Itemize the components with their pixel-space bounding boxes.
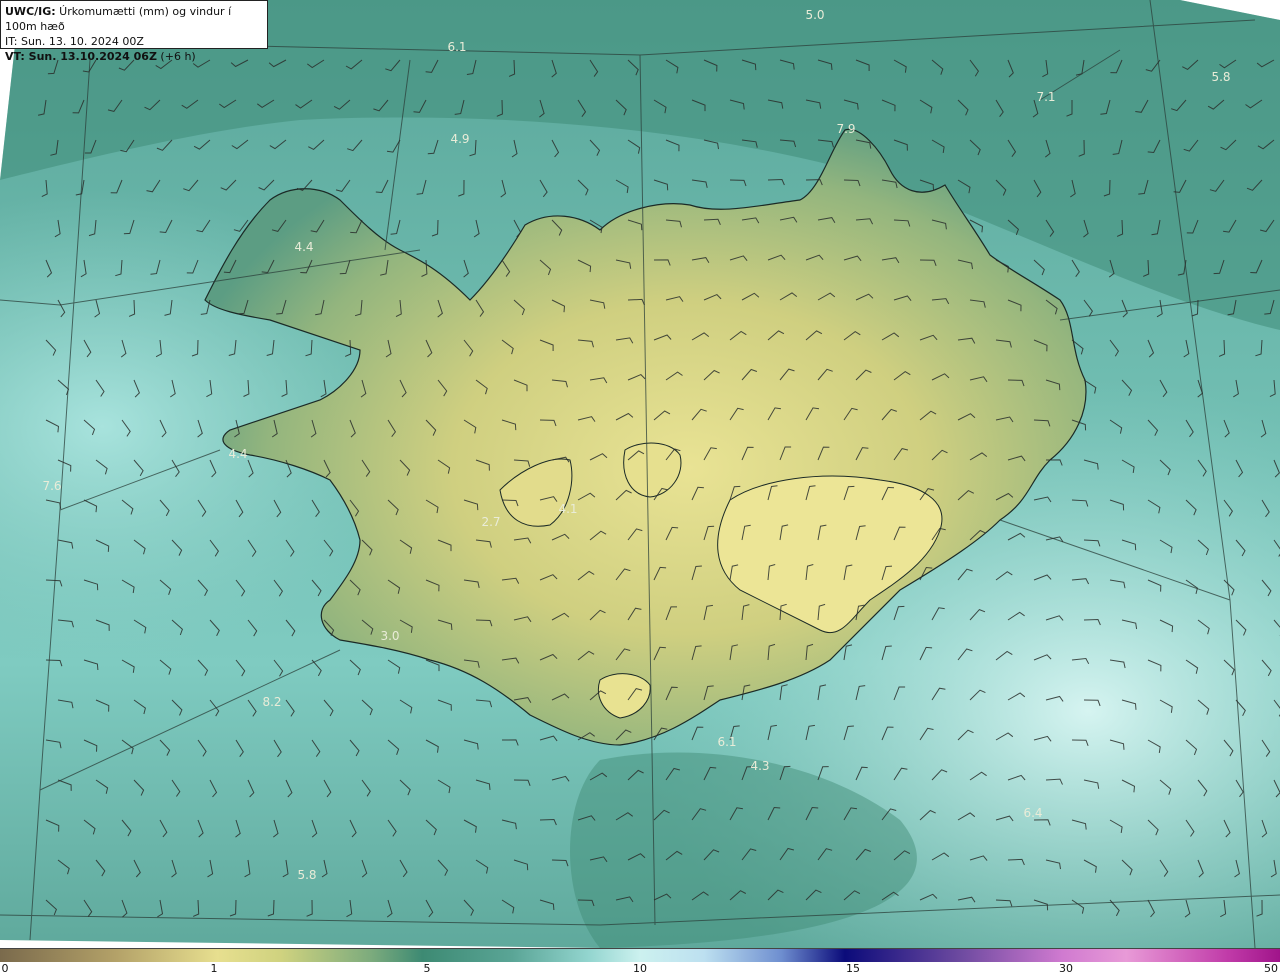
map-info-box: UWC/IG: Úrkomumætti (mm) og vindur í 100…	[0, 0, 268, 63]
value-label: 6.1	[717, 735, 737, 749]
value-label: 5.0	[805, 8, 825, 22]
value-label: 4.4	[228, 447, 248, 461]
colorbar-tick: 1	[210, 962, 218, 975]
value-label: 8.2	[262, 695, 282, 709]
value-label: 5.8	[297, 868, 317, 882]
model-name: UWC/IG:	[5, 5, 56, 18]
value-label: 5.8	[1211, 70, 1231, 84]
colorbar-tick: 0	[1, 962, 9, 975]
value-label: 4.9	[450, 132, 470, 146]
colorbar-tick: 15	[846, 962, 860, 975]
value-label: 2.7	[481, 515, 501, 529]
value-label: 7.1	[1036, 90, 1056, 104]
colorbar-tick: 5	[423, 962, 431, 975]
colorbar-tick: 50	[1264, 962, 1278, 975]
precipitation-colorbar	[0, 948, 1280, 962]
value-label: 4.1	[558, 502, 578, 516]
value-label: 7.6	[42, 479, 62, 493]
valid-time: VT: Sun. 13.10.2024 06Z	[5, 50, 157, 63]
value-label: 3.0	[380, 629, 400, 643]
colorbar-tick: 30	[1059, 962, 1073, 975]
value-label: 4.3	[750, 759, 770, 773]
value-label: 4.4	[294, 240, 314, 254]
issue-time: IT: Sun. 13. 10. 2024 00Z	[5, 35, 144, 48]
value-label: 6.1	[447, 40, 467, 54]
forecast-offset: (+6 h)	[156, 50, 196, 63]
value-label: 6.4	[1023, 806, 1043, 820]
value-label: 7.9	[836, 122, 856, 136]
colorbar-tick: 10	[633, 962, 647, 975]
map-canvas	[0, 0, 1280, 948]
weather-map[interactable]: UWC/IG: Úrkomumætti (mm) og vindur í 100…	[0, 0, 1280, 948]
